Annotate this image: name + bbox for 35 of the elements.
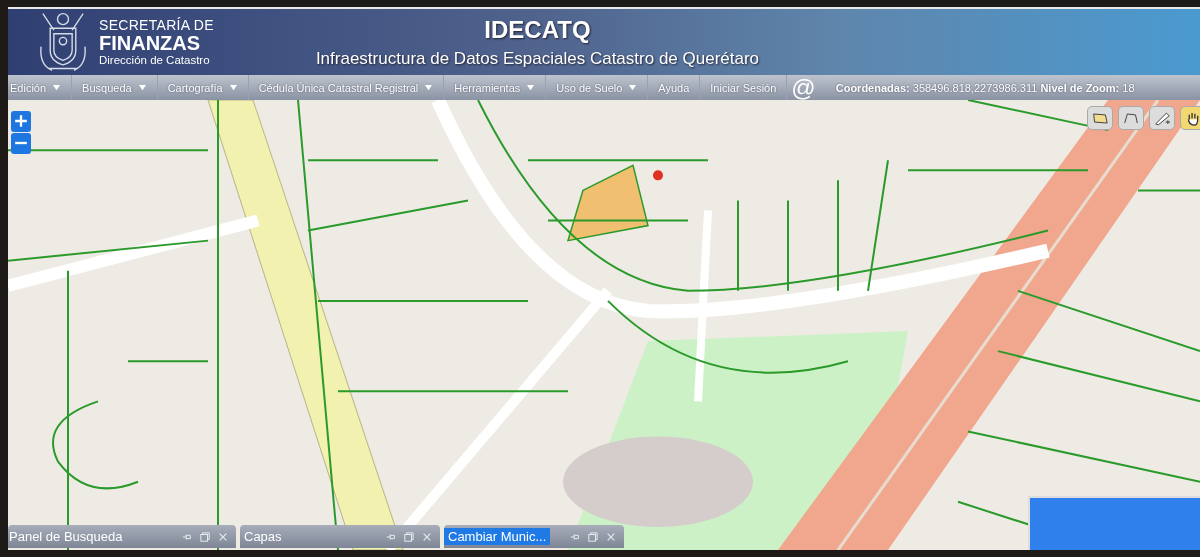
caret-icon [424, 84, 434, 91]
agency-name: SECRETARÍA DE [99, 17, 214, 32]
map-tool-button[interactable] [1180, 106, 1200, 130]
coordinates-text: Coordenadas: 358496.818,2273986.311 Nivel de Zoom: 18 [835, 81, 1135, 94]
app-title: IDECATQ [483, 15, 592, 44]
caret-icon [228, 84, 238, 91]
polyline-icon [1122, 110, 1140, 126]
caret-icon [526, 84, 536, 91]
plus-icon [14, 114, 28, 128]
restore-icon[interactable] [404, 531, 414, 542]
close-icon[interactable] [422, 531, 432, 542]
pencil-icon [1153, 110, 1171, 126]
panel-tab[interactable]: Cambiar Munic... [444, 525, 624, 548]
app-subtitle: Infraestructura de Datos Espaciales Catastro de Querétaro [315, 48, 760, 69]
close-icon[interactable] [218, 531, 228, 542]
overview-map[interactable] [1028, 496, 1200, 550]
polygon-icon [1091, 110, 1109, 126]
caret-icon [52, 84, 62, 91]
panel-tab[interactable]: Panel de Busqueda [8, 525, 236, 548]
caret-icon [137, 84, 147, 91]
zoom-in-button[interactable] [11, 111, 31, 132]
panel-tab[interactable]: Capas [240, 525, 440, 548]
restore-icon[interactable] [588, 531, 598, 542]
zoom-out-button[interactable] [11, 133, 31, 154]
agency-name: FINANZAS [99, 32, 202, 53]
map-view[interactable]: Panel de Busqueda Capas Cambiar Munic... [8, 100, 1200, 550]
panel-title: Panel de Busqueda [8, 528, 124, 545]
panel-title: Capas [243, 528, 283, 545]
map-tool-button[interactable] [1087, 106, 1113, 130]
restore-icon[interactable] [200, 531, 210, 542]
caret-icon [628, 84, 638, 91]
panel-title: Cambiar Munic... [444, 528, 551, 545]
email-button[interactable]: @ [787, 75, 820, 100]
department-name: Dirección de Catastro [99, 54, 211, 67]
close-icon[interactable] [606, 531, 616, 542]
